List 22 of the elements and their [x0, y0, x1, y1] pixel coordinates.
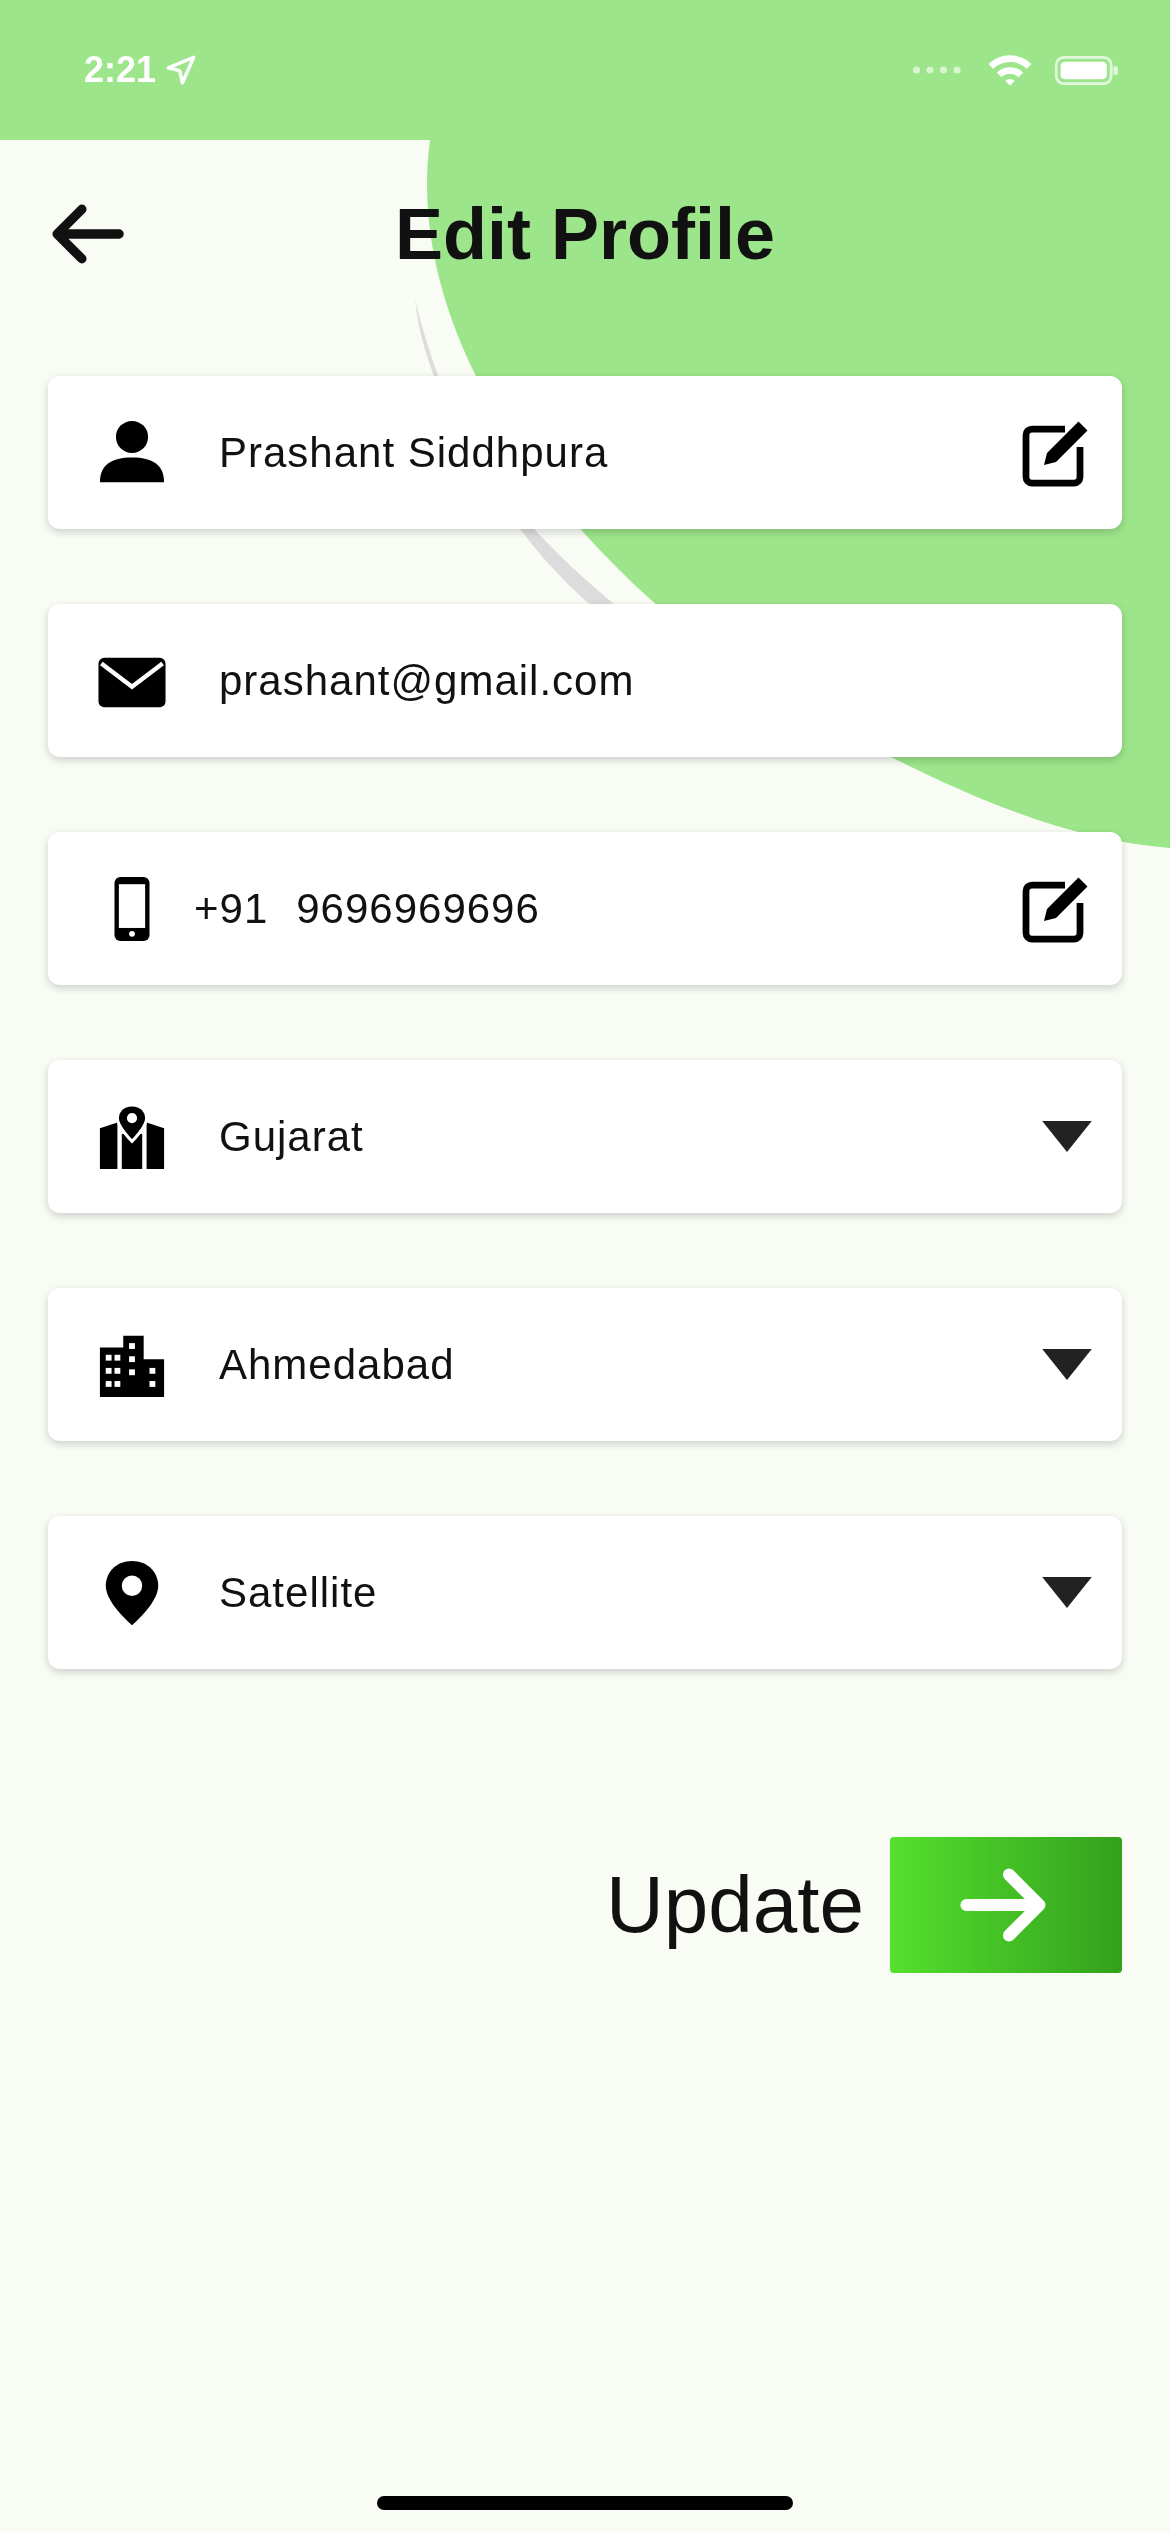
update-label: Update: [606, 1859, 864, 1951]
input-field[interactable]: prashant@gmail.com: [48, 604, 1122, 757]
caret-down-icon: [1042, 1577, 1092, 1608]
battery-icon: [1054, 53, 1120, 87]
dropdown-field[interactable]: Ahmedabad: [48, 1288, 1122, 1441]
selected-value: Ahmedabad: [219, 1340, 455, 1389]
update-button[interactable]: [890, 1837, 1122, 1973]
field-value: 9696969696: [296, 884, 540, 933]
input-field[interactable]: Prashant Siddhpura: [48, 376, 1122, 529]
clock-time: 2:21: [84, 49, 157, 91]
field-value: Prashant Siddhpura: [219, 428, 609, 477]
caret-down-icon: [1042, 1121, 1092, 1152]
input-field[interactable]: +91 9696969696: [48, 832, 1122, 985]
selected-value: Satellite: [219, 1568, 378, 1617]
dropdown-field[interactable]: Gujarat: [48, 1060, 1122, 1213]
dropdown-field[interactable]: Satellite: [48, 1516, 1122, 1669]
wifi-icon: [986, 52, 1034, 88]
field-value: prashant@gmail.com: [219, 656, 635, 705]
caret-down-icon: [1042, 1349, 1092, 1380]
selected-value: Gujarat: [219, 1112, 364, 1161]
page-title: Edit Profile: [393, 193, 776, 275]
country-code: +91: [194, 884, 269, 933]
